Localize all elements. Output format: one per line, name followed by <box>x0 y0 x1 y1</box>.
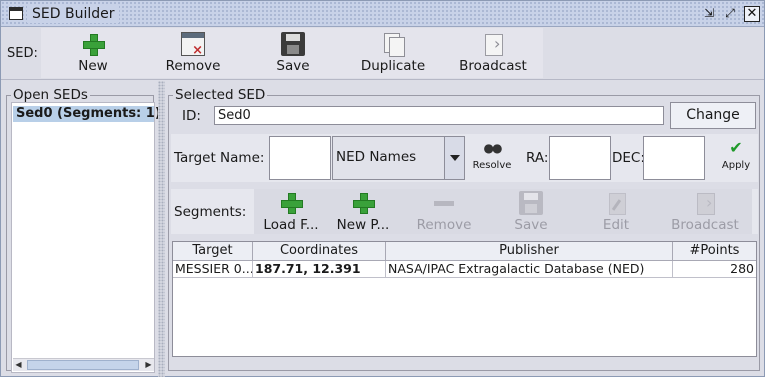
segments-row: Segments: Load F... New P... Remove Save <box>171 189 758 234</box>
cell-publisher: NASA/IPAC Extragalactic Database (NED) <box>386 261 673 278</box>
column-header-points[interactable]: #Points <box>673 242 756 261</box>
open-seds-pane: Open SEDs Sed0 (Segments: 1) ◀ ▶ <box>1 81 161 377</box>
resolver-selected-value: NED Names <box>336 149 417 165</box>
window-title: SED Builder <box>27 5 120 23</box>
duplicate-sed-label: Duplicate <box>360 58 426 74</box>
open-seds-title: Open SEDs <box>13 87 88 103</box>
new-point-label: New P... <box>336 217 390 233</box>
edit-segment-label: Edit <box>602 217 630 233</box>
target-row: Target Name: NED Names ●● Resolve RA: DE… <box>171 134 758 182</box>
broadcast-icon <box>693 191 717 215</box>
selected-sed-pane: Selected SED ID: Sed0 Change Target Name… <box>166 81 764 377</box>
broadcast-segment-label: Broadcast <box>671 217 739 233</box>
floppy-disk-icon <box>519 191 543 215</box>
edit-icon <box>604 191 628 215</box>
resolve-label: Resolve <box>472 160 512 171</box>
new-point-button[interactable]: New P... <box>330 191 396 233</box>
sed-list-item[interactable]: Sed0 (Segments: 1) <box>13 106 161 122</box>
target-name-field[interactable] <box>269 136 331 180</box>
scroll-right-icon[interactable]: ▶ <box>143 359 154 371</box>
save-segment-button[interactable]: Save <box>491 191 571 233</box>
id-field[interactable]: Sed0 <box>214 106 664 125</box>
broadcast-segment-button[interactable]: Broadcast <box>662 191 748 233</box>
sed-toolbar: SED: New Remove Save Duplicate Broadcast <box>1 28 764 80</box>
duplicate-icon <box>381 32 405 57</box>
horizontal-scrollbar[interactable]: ◀ ▶ <box>13 358 154 371</box>
resolve-button[interactable]: ●● Resolve <box>469 136 515 180</box>
save-sed-button[interactable]: Save <box>245 32 341 78</box>
resolver-select[interactable]: NED Names <box>332 136 465 180</box>
table-row[interactable]: MESSIER 0... 187.71, 12.391 NASA/IPAC Ex… <box>173 261 756 278</box>
dec-field[interactable] <box>643 136 705 180</box>
apply-label: Apply <box>721 160 751 171</box>
title-bar[interactable]: SED Builder ⇲ ⤢ ✕ <box>1 1 764 27</box>
dec-label: DEC: <box>612 150 645 166</box>
scroll-left-icon[interactable]: ◀ <box>13 359 24 371</box>
plus-icon <box>351 191 375 215</box>
selected-sed-title: Selected SED <box>175 87 266 103</box>
remove-segment-button[interactable]: Remove <box>404 191 484 233</box>
target-name-label: Target Name: <box>174 150 265 166</box>
load-file-label: Load F... <box>263 217 319 233</box>
minus-icon <box>432 191 456 215</box>
new-sed-label: New <box>78 58 108 74</box>
ra-label: RA: <box>526 150 549 166</box>
remove-sed-label: Remove <box>165 58 221 74</box>
checkmark-icon: ✔ <box>729 138 743 157</box>
cell-target: MESSIER 0... <box>175 261 253 278</box>
segments-table: Target Coordinates Publisher #Points MES… <box>172 241 757 357</box>
cell-points: 280 <box>730 261 754 276</box>
segments-toolbar: Load F... New P... Remove Save Edit › Br… <box>254 189 752 234</box>
segments-label: Segments: <box>174 204 247 220</box>
remove-sed-button[interactable]: Remove <box>145 32 241 78</box>
sed-toolbar-buttons: New Remove Save Duplicate Broadcast <box>41 28 543 78</box>
duplicate-sed-button[interactable]: Duplicate <box>345 32 441 78</box>
column-header-target[interactable]: Target <box>173 242 253 261</box>
column-header-coordinates[interactable]: Coordinates <box>253 242 386 261</box>
load-file-button[interactable]: Load F... <box>256 191 326 233</box>
iconify-icon[interactable]: ⇲ <box>701 6 717 22</box>
chevron-down-icon[interactable] <box>444 137 464 179</box>
open-seds-list[interactable]: Sed0 (Segments: 1) ◀ ▶ <box>11 102 161 373</box>
apply-button[interactable]: ✔ Apply <box>716 136 756 180</box>
floppy-disk-icon <box>281 32 305 56</box>
split-pane-divider[interactable] <box>158 81 165 377</box>
cell-coordinates: 187.71, 12.391 <box>253 261 386 278</box>
edit-segment-button[interactable]: Edit <box>576 191 656 233</box>
plus-icon <box>81 32 105 56</box>
column-header-publisher[interactable]: Publisher <box>386 242 673 261</box>
maximize-icon[interactable]: ⤢ <box>722 6 738 22</box>
broadcast-sed-label: Broadcast <box>459 58 527 74</box>
id-label: ID: <box>182 108 201 124</box>
ra-field[interactable] <box>549 136 611 180</box>
broadcast-sed-button[interactable]: Broadcast <box>445 32 541 78</box>
plus-icon <box>279 191 303 215</box>
sed-builder-window: SED Builder ⇲ ⤢ ✕ SED: New Remove Save D… <box>0 0 765 377</box>
new-sed-button[interactable]: New <box>45 32 141 78</box>
save-sed-label: Save <box>276 58 310 74</box>
window-frame-icon <box>9 7 23 20</box>
change-button[interactable]: Change <box>670 102 756 129</box>
binoculars-icon: ●● <box>483 141 503 155</box>
broadcast-icon <box>481 32 505 56</box>
remove-window-icon <box>181 32 205 58</box>
remove-segment-label: Remove <box>416 217 472 233</box>
save-segment-label: Save <box>514 217 548 233</box>
sed-toolbar-label: SED: <box>7 46 38 61</box>
table-header: Target Coordinates Publisher #Points <box>173 242 756 261</box>
close-icon[interactable]: ✕ <box>744 6 760 22</box>
scrollbar-thumb[interactable] <box>27 360 139 370</box>
